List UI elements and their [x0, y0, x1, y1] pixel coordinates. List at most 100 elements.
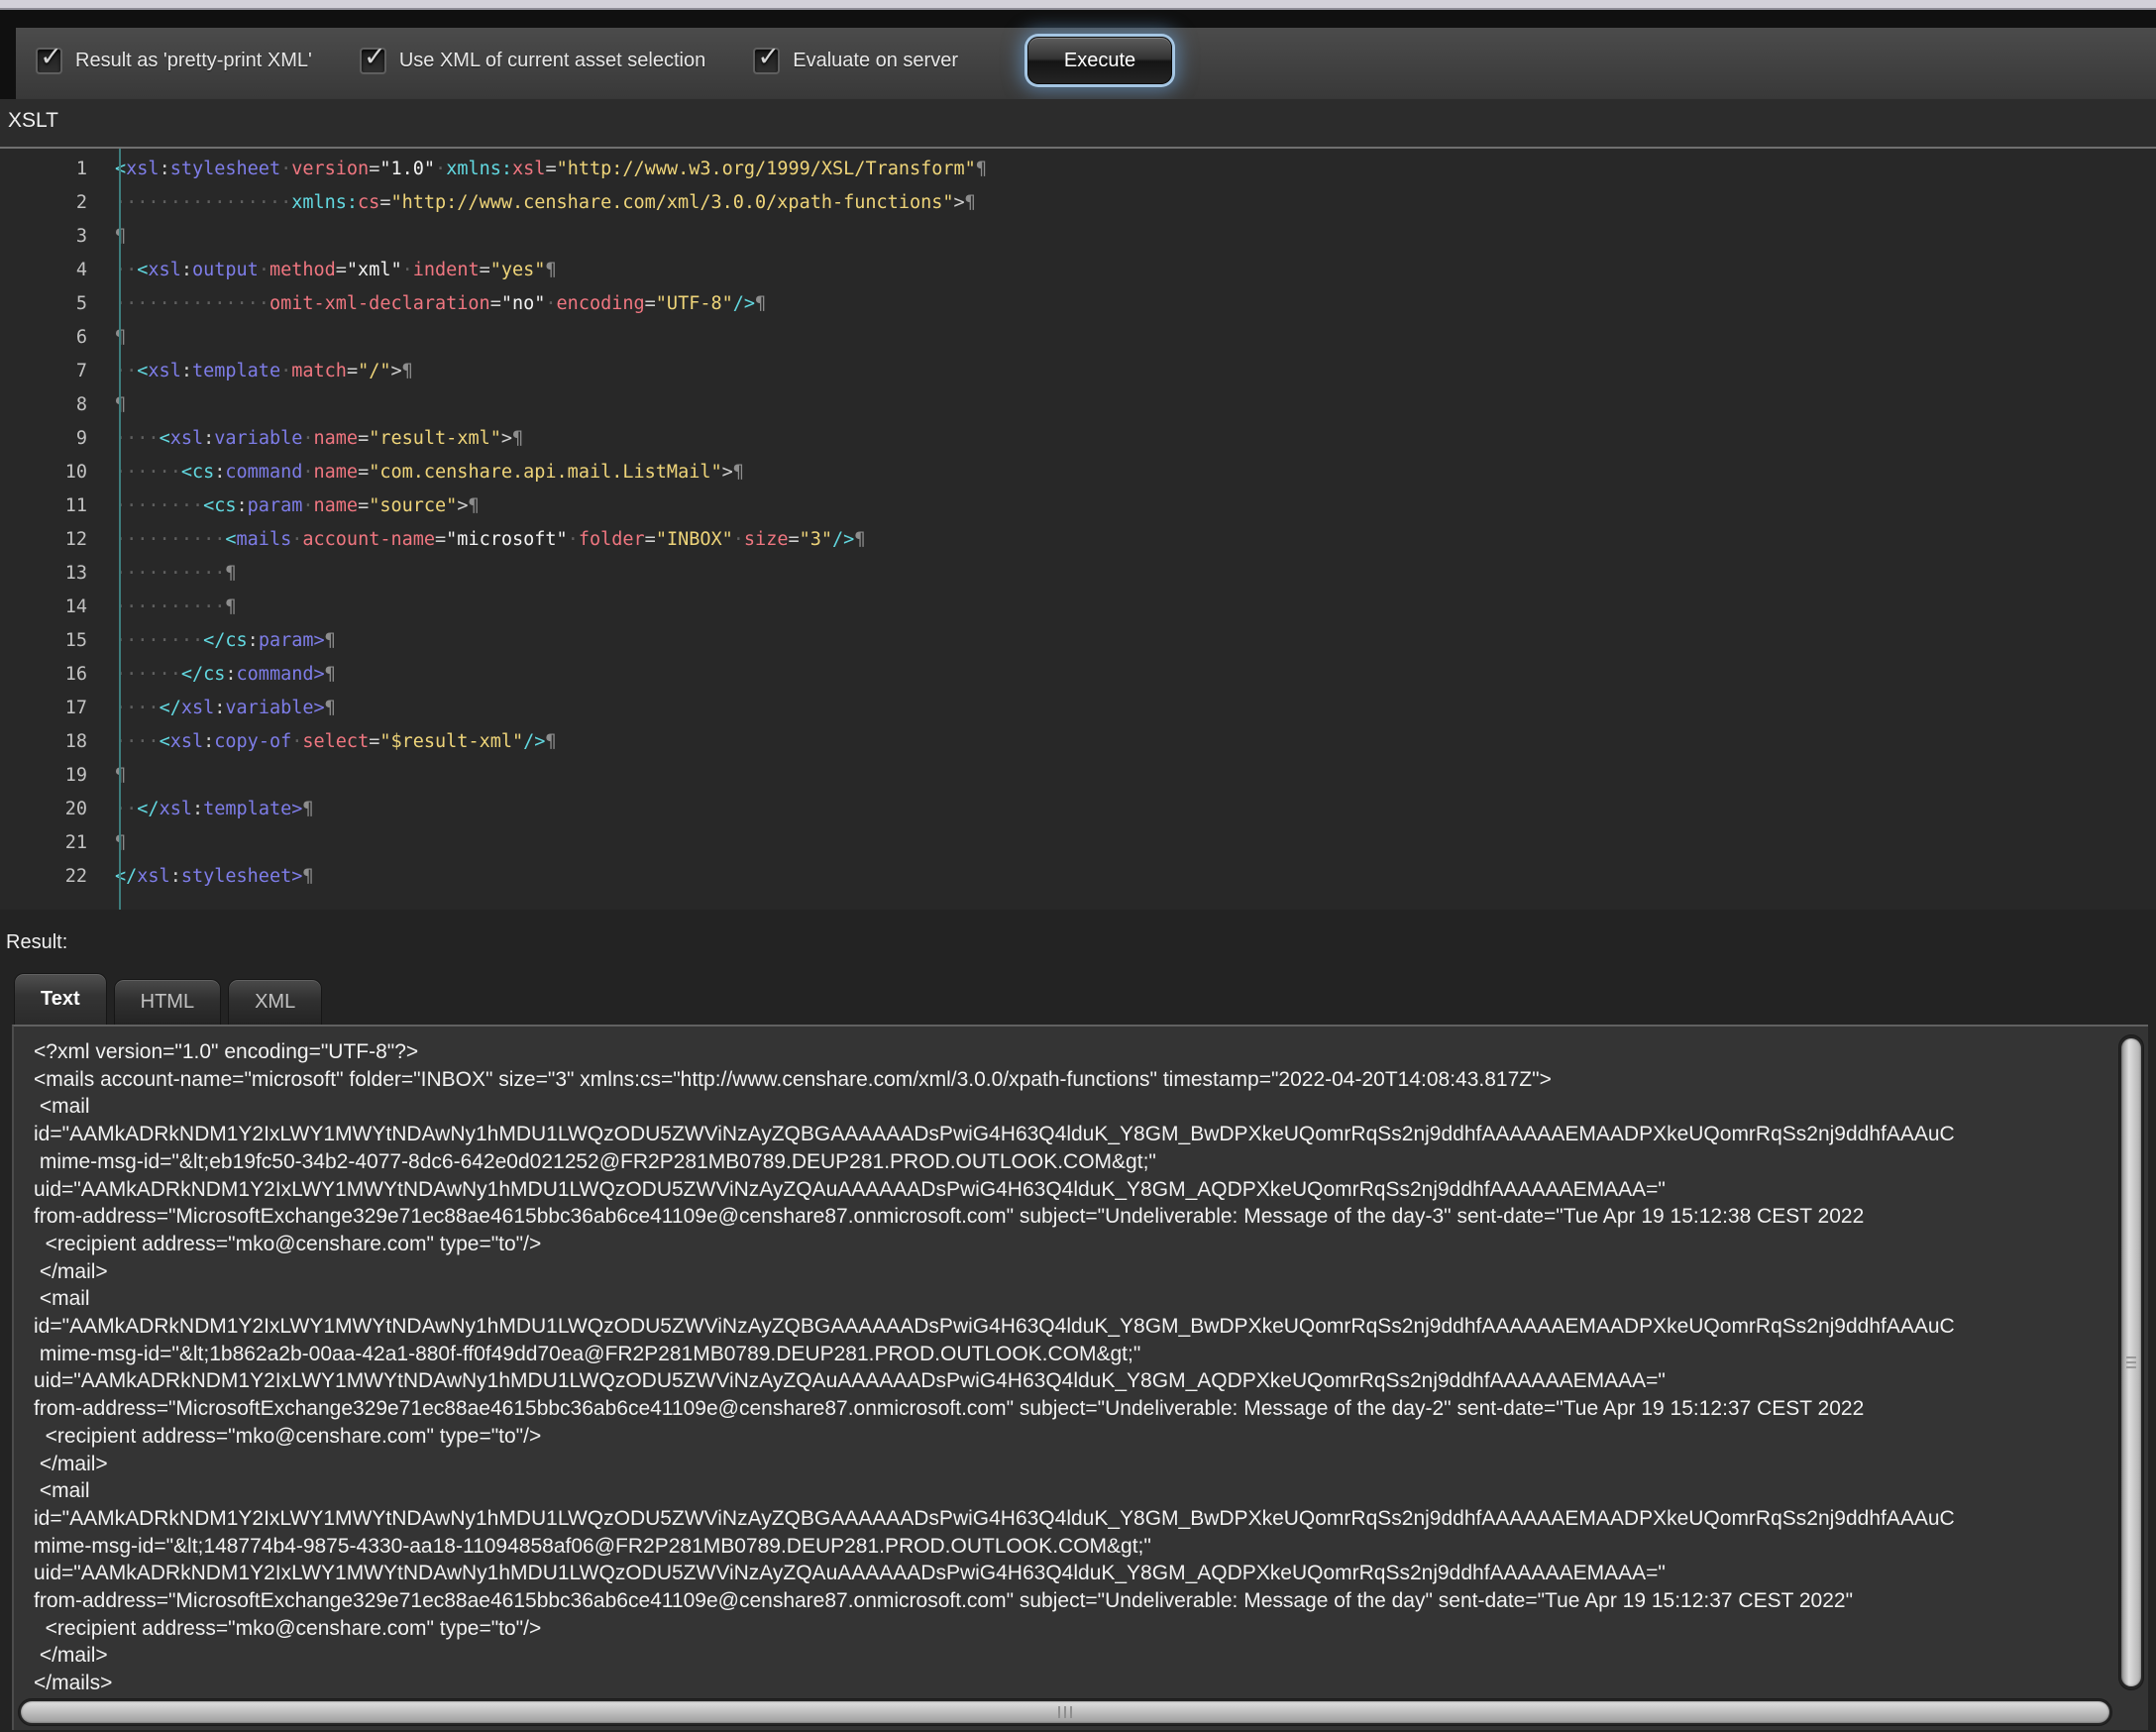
result-line: mime-msg-id="&lt;148774b4-9875-4330-aa18…: [34, 1533, 2114, 1561]
line-number: 19: [0, 765, 103, 786]
result-line: mime-msg-id="&lt;1b862a2b-00aa-42a1-880f…: [34, 1341, 2114, 1368]
code-text: ········<cs:param·name="source">¶: [103, 495, 480, 516]
code-text: ··········<mails·account-name="microsoft…: [103, 529, 865, 550]
line-number: 12: [0, 529, 103, 550]
code-line: 15········</cs:param>¶: [0, 623, 2156, 657]
checkbox-label: Use XML of current asset selection: [399, 50, 705, 72]
code-line: 21¶: [0, 825, 2156, 859]
execute-button[interactable]: Execute: [1027, 37, 1172, 84]
code-line: 9····<xsl:variable·name="result-xml">¶: [0, 421, 2156, 455]
result-line: uid="AAMkADRkNDM1Y2IxLWY1MWYtNDAwNy1hMDU…: [34, 1560, 2114, 1587]
line-number: 16: [0, 664, 103, 685]
scrollbar-grip-icon: [1058, 1706, 1072, 1718]
line-number: 8: [0, 394, 103, 415]
checkbox-box[interactable]: ✓: [36, 48, 62, 74]
line-number: 9: [0, 428, 103, 449]
check-icon: ✓: [757, 44, 780, 70]
result-line: <mail: [34, 1285, 2114, 1313]
result-line: <recipient address="mko@censhare.com" ty…: [34, 1231, 2114, 1258]
code-text: ······<cs:command·name="com.censhare.api…: [103, 462, 744, 483]
line-number: 1: [0, 159, 103, 179]
checkbox-evaluate-on-server[interactable]: ✓ Evaluate on server: [753, 48, 958, 74]
result-line: <mails account-name="microsoft" folder="…: [34, 1066, 2114, 1094]
code-line: 2················xmlns:cs="http://www.ce…: [0, 185, 2156, 219]
line-number: 18: [0, 731, 103, 752]
code-line: 12··········<mails·account-name="microso…: [0, 522, 2156, 556]
gutter-separator: [119, 149, 121, 910]
xslt-editor[interactable]: 1<xsl:stylesheet·version="1.0"·xmlns:xsl…: [0, 147, 2156, 910]
tab-xml[interactable]: XML: [228, 979, 322, 1025]
result-line: </mails>: [34, 1670, 2114, 1694]
line-number: 11: [0, 495, 103, 516]
code-line: 3¶: [0, 219, 2156, 253]
code-text: ····<xsl:copy-of·select="$result-xml"/>¶: [103, 731, 557, 752]
result-line: id="AAMkADRkNDM1Y2IxLWY1MWYtNDAwNy1hMDU1…: [34, 1121, 2114, 1148]
code-text: ¶: [103, 226, 126, 247]
checkbox-label: Evaluate on server: [793, 50, 958, 72]
line-number: 6: [0, 327, 103, 348]
editor-title-bar: XSLT: [0, 99, 2156, 147]
tab-text[interactable]: Text: [14, 973, 107, 1025]
result-line: </mail>: [34, 1258, 2114, 1286]
code-line: 10······<cs:command·name="com.censhare.a…: [0, 455, 2156, 488]
line-number: 2: [0, 192, 103, 213]
line-number: 22: [0, 866, 103, 887]
checkbox-box[interactable]: ✓: [360, 48, 386, 74]
code-line: 8¶: [0, 387, 2156, 421]
result-line: </mail>: [34, 1451, 2114, 1478]
result-line: <?xml version="1.0" encoding="UTF-8"?>: [34, 1038, 2114, 1066]
vertical-scrollbar-thumb[interactable]: [2121, 1038, 2141, 1686]
code-line: 6¶: [0, 320, 2156, 354]
line-number: 10: [0, 462, 103, 483]
code-text: ········</cs:param>¶: [103, 630, 336, 651]
result-line: <mail: [34, 1477, 2114, 1505]
code-text: ··</xsl:template>¶: [103, 799, 314, 819]
editor-title: XSLT: [8, 109, 58, 133]
checkbox-box[interactable]: ✓: [753, 48, 780, 74]
check-icon: ✓: [40, 44, 62, 70]
scrollbar-grip-icon: [2126, 1356, 2136, 1368]
code-text: ······</cs:command>¶: [103, 664, 336, 685]
line-number: 4: [0, 260, 103, 280]
code-text: ··<xsl:output·method="xml"·indent="yes"¶: [103, 260, 557, 280]
tab-html[interactable]: HTML: [114, 979, 221, 1025]
result-line: </mail>: [34, 1642, 2114, 1670]
code-text: ··········¶: [103, 596, 237, 617]
code-text: ¶: [103, 765, 126, 786]
result-line: from-address="MicrosoftExchange329e71ec8…: [34, 1587, 2114, 1615]
code-line: 7··<xsl:template·match="/">¶: [0, 354, 2156, 387]
code-line: 19¶: [0, 758, 2156, 792]
horizontal-scrollbar[interactable]: [18, 1698, 2112, 1726]
line-number: 21: [0, 832, 103, 853]
result-line: id="AAMkADRkNDM1Y2IxLWY1MWYtNDAwNy1hMDU1…: [34, 1505, 2114, 1533]
line-number: 13: [0, 563, 103, 584]
code-text: ················xmlns:cs="http://www.cen…: [103, 192, 976, 213]
code-line: 13··········¶: [0, 556, 2156, 590]
result-label: Result:: [6, 931, 67, 954]
code-line: 18····<xsl:copy-of·select="$result-xml"/…: [0, 724, 2156, 758]
code-text: <xsl:stylesheet·version="1.0"·xmlns:xsl=…: [103, 159, 987, 179]
vertical-scrollbar[interactable]: [2118, 1034, 2144, 1690]
line-number: 20: [0, 799, 103, 819]
checkbox-use-current-asset-xml[interactable]: ✓ Use XML of current asset selection: [360, 48, 705, 74]
code-text: ··<xsl:template·match="/">¶: [103, 361, 413, 381]
result-output[interactable]: <?xml version="1.0" encoding="UTF-8"?><m…: [12, 1025, 2148, 1730]
code-line: 20··</xsl:template>¶: [0, 792, 2156, 825]
checkbox-label: Result as 'pretty-print XML': [75, 50, 312, 72]
result-line: <recipient address="mko@censhare.com" ty…: [34, 1423, 2114, 1451]
code-line: 14··········¶: [0, 590, 2156, 623]
line-number: 14: [0, 596, 103, 617]
horizontal-scrollbar-thumb[interactable]: [21, 1701, 2109, 1723]
toolbar-checkboxes: ✓ Result as 'pretty-print XML' ✓ Use XML of…: [36, 48, 1006, 74]
code-text: ¶: [103, 394, 126, 415]
code-text: </xsl:stylesheet>¶: [103, 866, 314, 887]
code-line: 1<xsl:stylesheet·version="1.0"·xmlns:xsl…: [0, 152, 2156, 185]
checkbox-pretty-print-xml[interactable]: ✓ Result as 'pretty-print XML': [36, 48, 312, 74]
result-line: <mail: [34, 1093, 2114, 1121]
line-number: 17: [0, 698, 103, 718]
code-line: 5··············omit-xml-declaration="no"…: [0, 286, 2156, 320]
code-text: ····<xsl:variable·name="result-xml">¶: [103, 428, 523, 449]
code-line: 17····</xsl:variable>¶: [0, 691, 2156, 724]
result-tabs: TextHTMLXML: [14, 973, 322, 1025]
code-text: ··············omit-xml-declaration="no"·…: [103, 293, 766, 314]
